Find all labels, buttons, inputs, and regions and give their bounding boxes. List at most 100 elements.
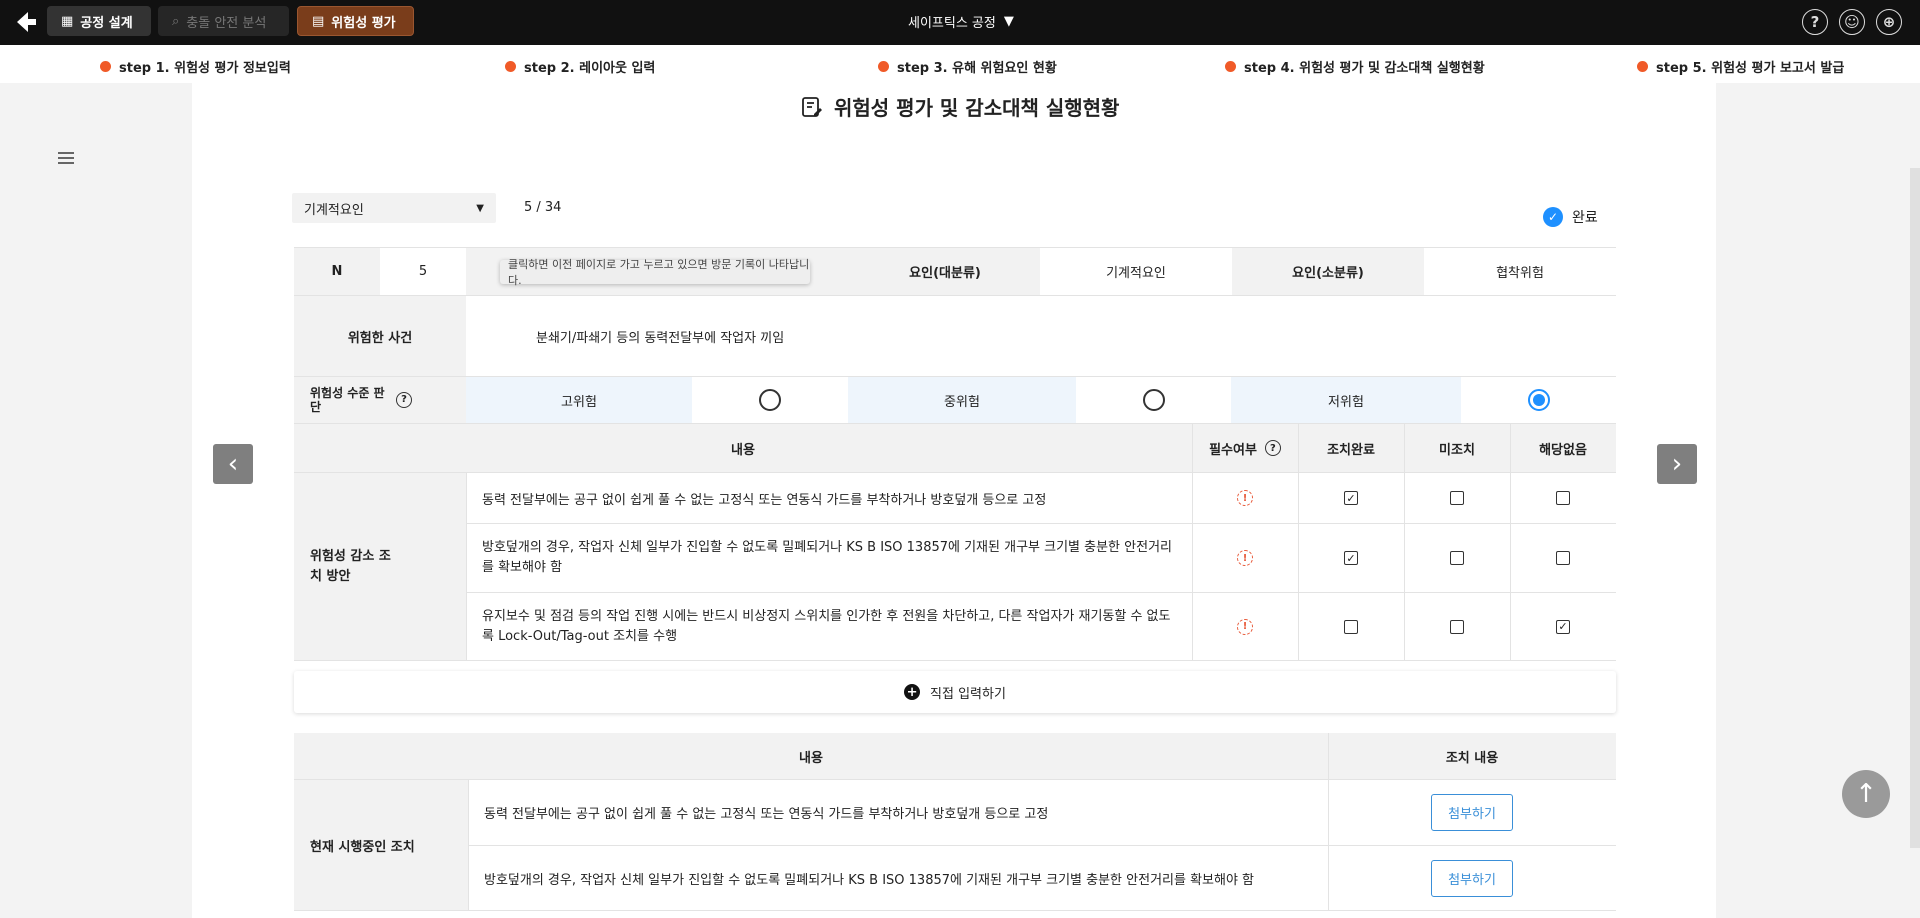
done-checkbox[interactable]: ✓ xyxy=(1344,551,1358,565)
caret-down-icon: ▼ xyxy=(476,202,484,214)
divider xyxy=(1404,424,1405,660)
step-dot-icon xyxy=(100,61,111,72)
step-dot-icon xyxy=(878,61,889,72)
measures-header-done: 조치완료 xyxy=(1298,424,1404,472)
current-header-action: 조치 내용 xyxy=(1328,733,1616,779)
step-5[interactable]: step 5. 위험성 평가 보고서 발급 xyxy=(1637,57,1844,76)
na-cell xyxy=(1510,473,1616,523)
event-label: 위험한 사건 xyxy=(294,296,466,376)
back-tooltip: 클릭하면 이전 페이지로 가고 누르고 있으면 방문 기록이 나타납니다. xyxy=(500,258,810,287)
steps-bar: step 1. 위험성 평가 정보입력 step 2. 레이아웃 입력 step… xyxy=(0,45,1920,83)
page-title: 위험성 평가 및 감소대책 실행현황 xyxy=(800,92,1119,121)
event-value: 분쇄기/파쇄기 등의 동력전달부에 작업자 끼임 xyxy=(536,330,785,346)
caret-down-icon: ▼ xyxy=(1003,14,1014,29)
risk-mid-radio-cell xyxy=(1076,377,1231,423)
tab-risk-assessment[interactable]: ▤ 위험성 평가 xyxy=(297,6,414,36)
risk-label: 위험성 수준 판단? xyxy=(294,377,466,423)
done-cell: ✓ xyxy=(1298,524,1404,592)
scroll-to-top-button[interactable]: ↑ xyxy=(1842,770,1890,818)
plus-circle-icon: + xyxy=(904,684,921,700)
top-bar: ▦ 공정 설계 ⌕ 충돌 안전 분석 ▤ 위험성 평가 세이프틱스 공정 ▼ ? ☺ ⊕ xyxy=(0,0,1920,45)
home-logo-icon[interactable] xyxy=(14,10,40,34)
tab-collision-analysis[interactable]: ⌕ 충돌 안전 분석 xyxy=(158,6,289,36)
measures-header-content: 내용 xyxy=(294,424,1192,472)
step-dot-icon xyxy=(1637,61,1648,72)
tab-process-design[interactable]: ▦ 공정 설계 xyxy=(47,6,151,36)
n-value: 5 xyxy=(418,264,428,279)
magnifier-icon: ⌕ xyxy=(172,13,180,29)
required-cell: ! xyxy=(1192,473,1298,523)
help-icon[interactable]: ? xyxy=(1264,440,1281,456)
done-checkbox[interactable] xyxy=(1344,619,1358,634)
step-3[interactable]: step 3. 유해 위험요인 현황 xyxy=(878,57,1057,76)
current-row-1-text: 동력 전달부에는 공구 없이 쉽게 풀 수 없는 고정식 또는 연동식 가드를 … xyxy=(484,807,1049,822)
step-1[interactable]: step 1. 위험성 평가 정보입력 xyxy=(100,57,291,76)
not-done-cell xyxy=(1404,473,1510,523)
arrow-up-icon: ↑ xyxy=(1855,779,1877,809)
measures-header-required: 필수여부? xyxy=(1192,424,1298,472)
divider xyxy=(1328,733,1329,910)
risk-high-radio[interactable] xyxy=(759,389,781,411)
factory-selector[interactable]: 세이프틱스 공정 ▼ xyxy=(908,12,1014,31)
not-done-cell xyxy=(1404,524,1510,592)
measures-header-na: 해당없음 xyxy=(1510,424,1616,472)
major-label: 요인(대분류) xyxy=(850,248,1040,295)
help-icon[interactable]: ? xyxy=(396,392,412,408)
divider xyxy=(1510,424,1511,660)
required-cell: ! xyxy=(1192,593,1298,660)
required-icon: ! xyxy=(1237,550,1253,566)
risk-low-radio[interactable] xyxy=(1527,389,1550,411)
add-measure-button[interactable]: + 직접 입력하기 xyxy=(294,671,1616,713)
current-side-label: 현재 시행중인 조치 xyxy=(294,780,468,910)
page-scrollbar[interactable] xyxy=(1910,168,1920,848)
risk-low-radio-cell xyxy=(1461,377,1616,423)
done-checkbox[interactable]: ✓ xyxy=(1344,491,1358,505)
risk-mid-radio[interactable] xyxy=(1142,389,1165,411)
na-checkbox[interactable] xyxy=(1556,551,1570,565)
not-done-checkbox[interactable] xyxy=(1450,491,1464,505)
na-cell: ✓ xyxy=(1510,593,1616,660)
minor-value: 협착위험 xyxy=(1496,266,1544,281)
done-cell xyxy=(1298,593,1404,660)
done-toggle[interactable]: ✓ 완료 xyxy=(1543,207,1598,227)
attach-button[interactable]: 첨부하기 xyxy=(1431,794,1513,831)
na-cell xyxy=(1510,524,1616,592)
attach-button[interactable]: 첨부하기 xyxy=(1431,859,1513,897)
divider xyxy=(1298,424,1299,660)
required-icon: ! xyxy=(1237,490,1253,506)
menu-icon[interactable] xyxy=(58,152,74,167)
report-edit-icon xyxy=(802,96,822,117)
globe-icon[interactable]: ⊕ xyxy=(1876,9,1902,35)
na-checkbox[interactable] xyxy=(1556,491,1570,505)
user-icon[interactable]: ☺ xyxy=(1839,9,1865,35)
measures-header-not: 미조치 xyxy=(1404,424,1510,472)
next-arrow-button[interactable]: › xyxy=(1657,444,1697,484)
risk-low-label: 저위험 xyxy=(1231,377,1461,423)
current-row-2-text: 방호덮개의 경우, 작업자 신체 일부가 진입할 수 없도록 밀폐되거나 KS … xyxy=(484,872,1255,888)
attach-cell: 첨부하기 xyxy=(1328,780,1616,845)
n-label: N xyxy=(294,248,380,295)
step-4[interactable]: step 4. 위험성 평가 및 감소대책 실행현황 xyxy=(1225,57,1485,76)
not-done-cell xyxy=(1404,593,1510,660)
not-done-checkbox[interactable] xyxy=(1450,551,1464,565)
category-select[interactable]: 기계적요인 ▼ xyxy=(292,193,496,223)
measures-side-label: 위험성 감소 조치 방안 xyxy=(294,473,466,660)
help-icon[interactable]: ? xyxy=(1802,9,1828,35)
prev-arrow-button[interactable]: ‹ xyxy=(213,444,253,484)
measure-row-1-text: 동력 전달부에는 공구 없이 쉽게 풀 수 없는 고정식 또는 연동식 가드를 … xyxy=(482,492,1047,508)
measure-row-2-text: 방호덮개의 경우, 작업자 신체 일부가 진입할 수 없도록 밀폐되거나 KS … xyxy=(482,540,1172,575)
chevron-right-icon: › xyxy=(1671,449,1683,479)
step-dot-icon xyxy=(505,61,516,72)
not-done-checkbox[interactable] xyxy=(1450,619,1464,634)
chevron-left-icon: ‹ xyxy=(227,449,239,479)
layout-icon: ▦ xyxy=(61,13,74,29)
document-icon: ▤ xyxy=(312,13,325,29)
check-circle-icon: ✓ xyxy=(1543,207,1563,227)
risk-high-radio-cell xyxy=(692,377,848,423)
attach-cell: 첨부하기 xyxy=(1328,846,1616,910)
current-header-content: 내용 xyxy=(294,733,1328,779)
na-checkbox[interactable]: ✓ xyxy=(1556,619,1570,634)
step-2[interactable]: step 2. 레이아웃 입력 xyxy=(505,57,655,76)
major-value: 기계적요인 xyxy=(1106,266,1166,281)
minor-label: 요인(소분류) xyxy=(1232,248,1424,295)
